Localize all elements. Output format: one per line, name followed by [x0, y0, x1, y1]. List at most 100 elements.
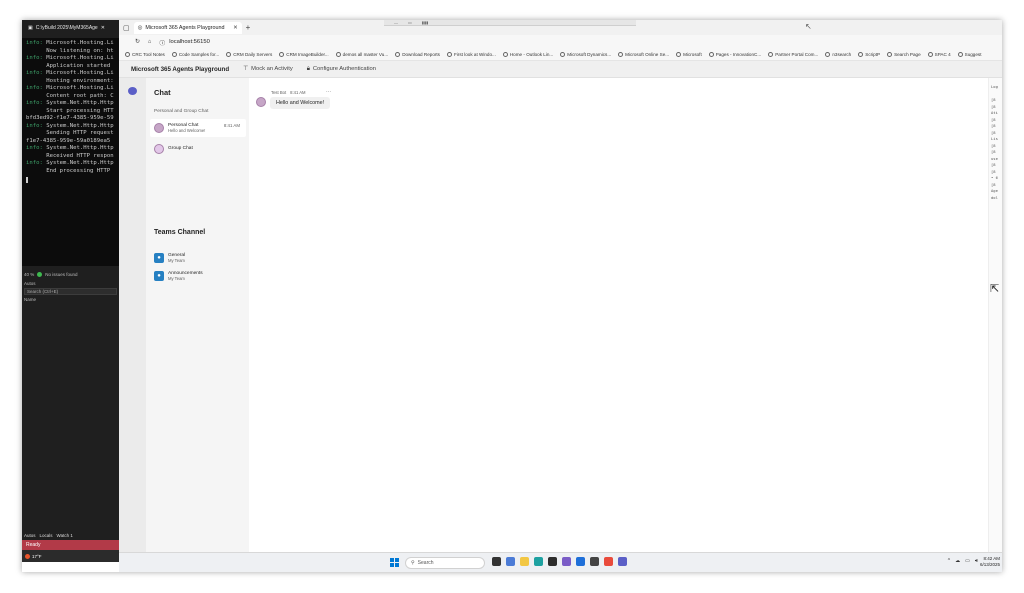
volume-icon[interactable]: 🔊︎ — [975, 558, 978, 564]
chat-item-group[interactable]: Group Chat — [150, 140, 246, 158]
log-text: System.Net.Http.Http — [42, 160, 114, 166]
share-control-icon[interactable]: — — [394, 20, 398, 25]
log-text: bfd3ed92-f1e7-4385-959e-59 — [26, 115, 114, 121]
channel-item-announcements[interactable]: ● Announcements My Team — [154, 268, 246, 284]
log-text: Received HTTP respon — [26, 152, 114, 159]
favorite-link[interactable]: CRM Daily Servers — [226, 52, 272, 57]
channel-item-general[interactable]: ● General My Team — [154, 250, 246, 266]
favorite-link[interactable]: n3search — [825, 52, 851, 57]
home-icon[interactable]: ⌂ — [148, 39, 152, 45]
favorite-link[interactable]: ScriptP — [858, 52, 880, 57]
favicon-icon — [279, 52, 285, 57]
zoom-level[interactable]: 40 % — [24, 272, 34, 277]
terminal-app-icon[interactable] — [548, 557, 557, 566]
favorite-label: Download Reports — [402, 52, 440, 57]
chat-item-personal[interactable]: Personal Chat Hello and Welcome! 8:41 AM — [150, 119, 246, 137]
team-icon: ● — [154, 271, 164, 281]
start-icon[interactable] — [390, 558, 399, 567]
file-explorer-icon[interactable] — [520, 557, 529, 566]
debug-search-input[interactable]: Search (Ctrl+E) — [24, 288, 117, 295]
favicon-icon — [768, 52, 774, 57]
favorite-link[interactable]: CRM ImageBuilder... — [279, 52, 329, 57]
tab-agents-playground[interactable]: ◎ Microsoft 365 Agents Playground ✕ — [133, 21, 242, 34]
new-tab-button[interactable]: + — [246, 23, 251, 32]
more-options-icon[interactable]: ··· — [326, 89, 331, 95]
app-rail — [119, 78, 146, 552]
chrome-icon[interactable] — [604, 557, 613, 566]
terminal-line: info: Microsoft.Hosting.Li — [26, 40, 119, 48]
favorite-link[interactable]: Pages - InnovationC... — [708, 52, 761, 57]
favorite-link[interactable]: CRC Tool Notes — [125, 52, 165, 57]
favicon-icon — [858, 52, 864, 57]
favorite-link[interactable]: Partner Portal Com... — [768, 52, 818, 57]
taskbar-apps — [492, 557, 627, 566]
screen-share-bar[interactable]: — ▭ ▮▮▮ — [384, 20, 636, 26]
edge-icon[interactable] — [534, 557, 543, 566]
cloud-icon[interactable]: ☁ — [955, 558, 960, 564]
tab-actions-icon[interactable]: ▢ — [123, 24, 130, 32]
teams-icon[interactable] — [618, 557, 627, 566]
panel-title: Autos — [24, 281, 36, 286]
clock[interactable]: 8:42 AM 6/13/2025 — [980, 556, 1000, 568]
terminal-tab-title: C:\yBuild 2025\MyM365Age — [35, 25, 98, 32]
weather-icon — [25, 553, 30, 559]
widgets-icon[interactable] — [506, 557, 515, 566]
favorite-link[interactable]: Microsoft Dynamics... — [560, 52, 611, 57]
weather-widget[interactable]: 17°F — [22, 550, 119, 562]
favorite-link[interactable]: demos all master Vu... — [335, 52, 388, 57]
share-control-icon[interactable]: ▮▮▮ — [422, 20, 429, 25]
clock-date: 6/13/2025 — [979, 562, 1000, 567]
favicon-icon — [676, 52, 682, 57]
terminal-line: Content root path: C — [26, 93, 119, 101]
favorite-link[interactable]: Home - Outlook Lin... — [502, 52, 554, 57]
sidebar-title: Chat — [154, 88, 171, 97]
log-text: Start processing HTT — [26, 107, 114, 114]
search-placeholder: Search (Ctrl+E) — [27, 289, 59, 294]
debug-tab[interactable]: Watch 1 — [57, 533, 73, 538]
check-icon — [37, 272, 43, 277]
terminal-window[interactable]: ▣ C:\yBuild 2025\MyM365Age ✕ info: Micro… — [22, 20, 119, 266]
panel-title-row: Autos — [22, 279, 119, 288]
mock-activity-menu[interactable]: ⊤ Mock an Activity — [243, 66, 293, 72]
favorite-link[interactable]: Microsoft Online Se... — [618, 52, 669, 57]
display-icon[interactable]: ▭ — [965, 558, 970, 564]
terminal-cursor — [26, 177, 28, 183]
mouse-pointer-icon: ⇱ — [990, 283, 1000, 295]
debug-tab[interactable]: Locals — [40, 533, 53, 538]
favorite-link[interactable]: Suggest — [957, 52, 981, 57]
refresh-icon[interactable]: ↻ — [135, 39, 140, 45]
chat-icon[interactable] — [128, 87, 137, 95]
close-icon[interactable]: ✕ — [101, 25, 105, 33]
favorite-link[interactable]: Download Reports — [395, 52, 440, 57]
weather-temp: 17°F — [32, 553, 42, 559]
favicon-icon — [560, 52, 566, 57]
favorite-link[interactable]: Code Samples for... — [171, 52, 219, 57]
terminal-tab[interactable]: ▣ C:\yBuild 2025\MyM365Age ✕ — [22, 20, 119, 38]
close-tab-icon[interactable]: ✕ — [233, 25, 238, 31]
chat-preview: Hello and Welcome! — [168, 128, 206, 133]
task-view-icon[interactable] — [492, 557, 501, 566]
mail-icon[interactable] — [590, 557, 599, 566]
issues-status[interactable]: No issues found — [45, 272, 77, 277]
chat-text: Group Chat — [168, 146, 193, 152]
chevron-up-icon[interactable]: ^ — [948, 558, 950, 564]
favorite-link[interactable]: SPAC 4 — [927, 52, 951, 57]
url-field[interactable]: ⓘ localhost:56150 — [159, 38, 209, 47]
favorite-link[interactable]: Microsoft — [676, 52, 702, 57]
info-icon: ⓘ — [159, 40, 166, 47]
favorite-label: ScriptP — [865, 52, 881, 57]
favorite-label: Home - Outlook Lin... — [509, 52, 554, 57]
favorite-link[interactable]: First look at Windo... — [446, 52, 496, 57]
vscode-icon[interactable] — [576, 557, 585, 566]
column-name: Name — [24, 297, 37, 302]
favorite-label: SPAC 4 — [934, 52, 951, 57]
favicon-icon — [395, 52, 401, 57]
log-line: dol — [991, 194, 998, 200]
favorite-link[interactable]: Search Page — [887, 52, 921, 57]
log-level: info: — [26, 100, 43, 106]
share-control-icon[interactable]: ▭ — [408, 20, 412, 25]
visual-studio-icon[interactable] — [562, 557, 571, 566]
configure-auth-menu[interactable]: 🔒︎ Configure Authentication — [307, 66, 376, 73]
taskbar-search[interactable]: ⚲ Search — [405, 557, 485, 569]
debug-tab[interactable]: Autos — [24, 533, 36, 538]
